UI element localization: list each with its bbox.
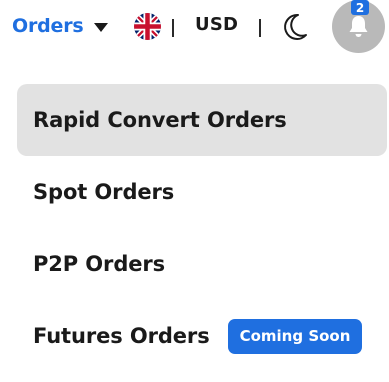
orders-menu: Rapid Convert Orders Spot Orders P2P Ord… [17,84,387,372]
menu-item-label: Spot Orders [33,180,175,204]
top-bar: Orders USD 2 [0,0,389,54]
menu-item-label: Rapid Convert Orders [33,108,287,132]
menu-item-spot-orders[interactable]: Spot Orders [17,156,387,228]
orders-dropdown-toggle[interactable]: Orders [12,12,108,40]
orders-label: Orders [12,15,84,37]
menu-item-label: P2P Orders [33,252,166,276]
divider [259,19,261,37]
divider [172,19,174,37]
menu-item-futures-orders[interactable]: Futures Orders Coming Soon [17,300,387,372]
menu-item-p2p-orders[interactable]: P2P Orders [17,228,387,300]
notification-count-badge: 2 [351,0,369,15]
uk-flag-icon[interactable] [134,13,161,40]
bell-icon [349,16,368,37]
menu-item-label: Futures Orders [33,324,210,348]
moon-icon[interactable] [282,13,308,41]
coming-soon-badge: Coming Soon [227,318,363,354]
caret-down-icon [93,22,108,32]
currency-selector[interactable]: USD [195,14,238,35]
menu-item-rapid-convert-orders[interactable]: Rapid Convert Orders [17,84,387,156]
